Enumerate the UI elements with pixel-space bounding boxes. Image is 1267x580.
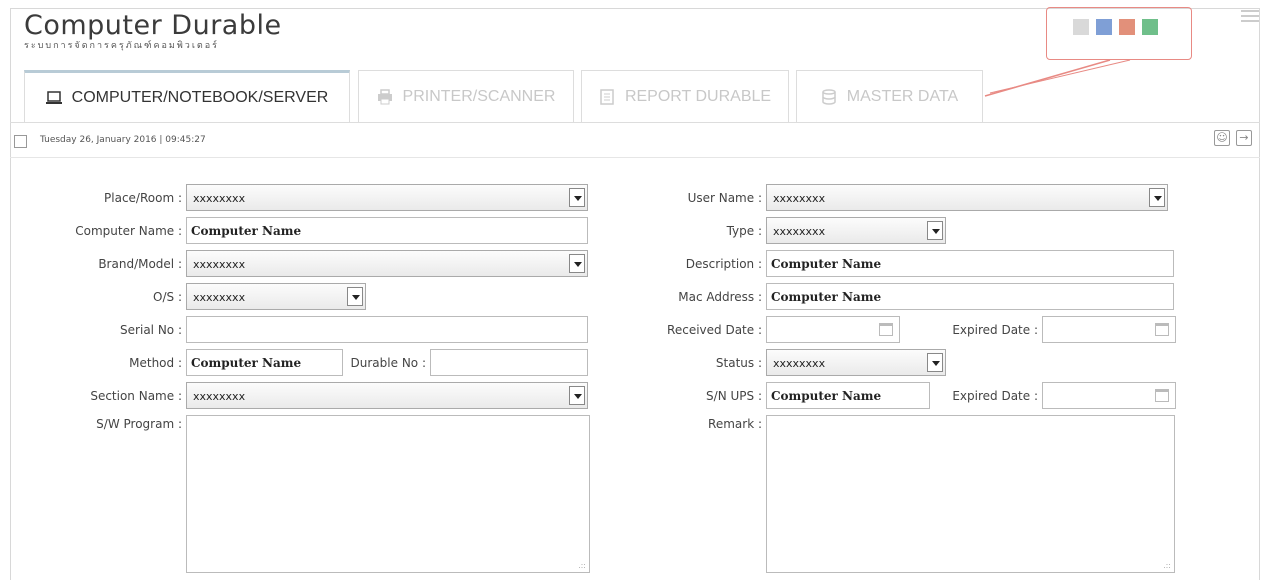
os-label: O/S :: [153, 290, 182, 304]
mac-address-input[interactable]: Computer Name: [766, 283, 1174, 310]
type-select[interactable]: xxxxxxxx: [766, 217, 946, 244]
sw-program-label: S/W Program :: [96, 417, 182, 431]
remark-textarea[interactable]: .::: [766, 415, 1175, 573]
method-input[interactable]: Computer Name: [186, 349, 343, 376]
tab-label: COMPUTER/NOTEBOOK/SERVER: [71, 89, 329, 106]
durable-no-input[interactable]: [430, 349, 588, 376]
type-label: Type :: [726, 224, 762, 238]
ups-expired-date-input[interactable]: [1042, 382, 1176, 409]
method-label: Method :: [129, 356, 182, 370]
brand-model-label: Brand/Model :: [98, 257, 182, 271]
theme-swatch-gray[interactable]: [1073, 19, 1089, 35]
description-input[interactable]: Computer Name: [766, 250, 1174, 277]
status-label: Status :: [715, 356, 762, 370]
expired-date-label: Expired Date :: [952, 323, 1038, 337]
serial-no-input[interactable]: [186, 316, 588, 343]
description-label: Description :: [685, 257, 762, 271]
chevron-down-icon: [569, 254, 585, 273]
current-datetime: Tuesday 26, January 2016 | 09:45:27: [40, 135, 206, 145]
tab-label: PRINTER/SCANNER: [402, 87, 556, 105]
calendar-icon[interactable]: [1155, 389, 1169, 402]
serial-no-label: Serial No :: [120, 323, 182, 337]
user-icon[interactable]: ☺: [1214, 130, 1230, 146]
chevron-down-icon: [569, 386, 585, 405]
database-icon: [822, 88, 836, 105]
sw-program-textarea[interactable]: .::: [186, 415, 590, 573]
computer-name-input[interactable]: Computer Name: [186, 217, 588, 244]
theme-swatch-blue[interactable]: [1096, 19, 1112, 35]
tab-label: REPORT DURABLE: [624, 87, 772, 105]
user-name-select[interactable]: xxxxxxxx: [766, 184, 1168, 211]
calendar-icon[interactable]: [1155, 323, 1169, 336]
theme-switcher: [1046, 7, 1192, 60]
laptop-icon: [45, 91, 62, 104]
brand-model-select[interactable]: xxxxxxxx: [186, 250, 588, 277]
tab-label: MASTER DATA: [846, 87, 959, 105]
durable-no-label: Durable No :: [350, 356, 426, 370]
tab-report[interactable]: REPORT DURABLE: [581, 70, 789, 122]
chevron-down-icon: [569, 188, 585, 207]
remark-label: Remark :: [708, 417, 762, 431]
place-room-select[interactable]: xxxxxxxx: [186, 184, 588, 211]
sn-ups-label: S/N UPS :: [706, 389, 762, 403]
chevron-down-icon: [927, 353, 943, 372]
status-select[interactable]: xxxxxxxx: [766, 349, 946, 376]
report-icon: [600, 88, 614, 105]
info-bar: Tuesday 26, January 2016 | 09:45:27 ☺ →: [10, 122, 1260, 158]
theme-swatch-orange[interactable]: [1119, 19, 1135, 35]
app-logo: Computer Durable ระบบการจัดการครุภัณฑ์คอ…: [24, 10, 282, 52]
printer-icon: [377, 88, 392, 104]
tab-printer[interactable]: PRINTER/SCANNER: [358, 70, 574, 122]
sn-ups-input[interactable]: Computer Name: [766, 382, 930, 409]
user-name-label: User Name :: [687, 191, 762, 205]
logout-icon[interactable]: →: [1236, 130, 1252, 146]
place-room-label: Place/Room :: [104, 191, 182, 205]
calendar-icon[interactable]: [879, 323, 893, 336]
computer-name-label: Computer Name :: [75, 224, 182, 238]
resize-grip-icon[interactable]: .::: [578, 561, 586, 570]
section-name-select[interactable]: xxxxxxxx: [186, 382, 588, 409]
ups-expired-date-label: Expired Date :: [952, 389, 1038, 403]
chevron-down-icon: [1149, 188, 1165, 207]
mac-address-label: Mac Address :: [678, 290, 762, 304]
tab-master-data[interactable]: MASTER DATA: [796, 70, 983, 122]
os-select[interactable]: xxxxxxxx: [186, 283, 366, 310]
calendar-icon: [14, 135, 27, 148]
resize-grip-icon[interactable]: .::: [1163, 561, 1171, 570]
chevron-down-icon: [347, 287, 363, 306]
received-date-input[interactable]: [766, 316, 900, 343]
chevron-down-icon: [927, 221, 943, 240]
theme-swatch-green[interactable]: [1142, 19, 1158, 35]
hamburger-menu-icon[interactable]: [1241, 10, 1259, 25]
received-date-label: Received Date :: [667, 323, 762, 337]
tab-computer[interactable]: COMPUTER/NOTEBOOK/SERVER: [24, 70, 350, 123]
section-name-label: Section Name :: [90, 389, 182, 403]
expired-date-input[interactable]: [1042, 316, 1176, 343]
